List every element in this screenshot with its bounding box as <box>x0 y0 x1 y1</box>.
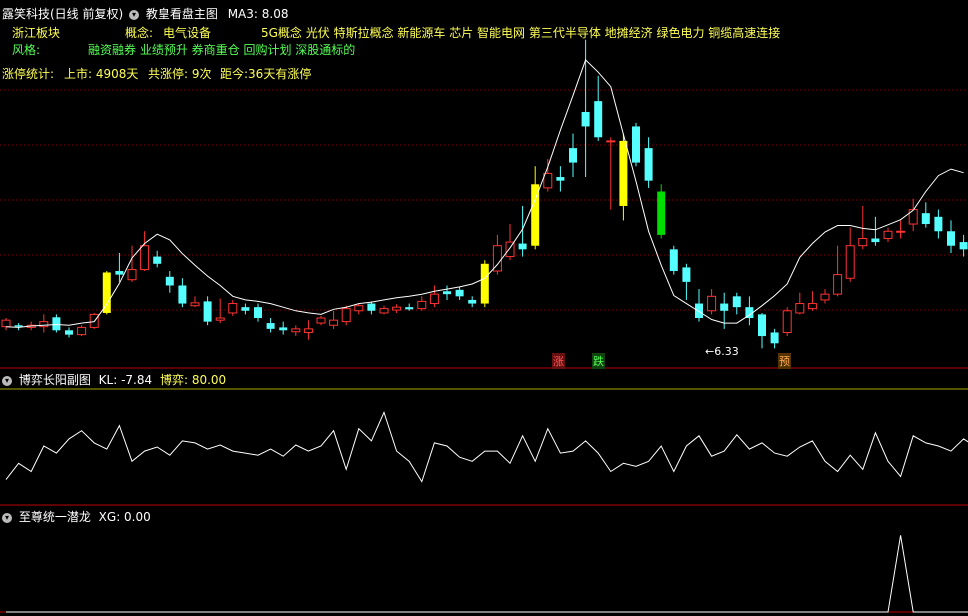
candle-body <box>127 269 137 281</box>
candle-body <box>657 191 666 235</box>
candle-body <box>65 330 73 335</box>
candle-body <box>959 242 968 250</box>
panel3-header: ▾ 至尊统一潜龙 XG: 0.00 <box>2 508 151 525</box>
candle-body <box>782 310 792 333</box>
chevron-down-icon[interactable]: ▾ <box>2 512 12 523</box>
candle-body <box>707 295 717 312</box>
die-marker: 跌 <box>592 353 605 369</box>
candle-body <box>203 301 212 322</box>
candle-body <box>354 305 364 312</box>
candle-body <box>581 111 590 127</box>
candle-body <box>392 306 402 311</box>
candle-body <box>606 140 616 143</box>
candle-body <box>908 209 918 225</box>
candle-body <box>758 314 766 337</box>
candle-body <box>77 326 87 336</box>
low-price-label: ←6.33 <box>705 345 739 358</box>
candle-body <box>215 317 225 321</box>
candle-body <box>858 237 868 247</box>
candle-body <box>619 140 628 206</box>
candle-body <box>695 303 703 319</box>
candle-body <box>896 230 906 233</box>
candle-body <box>429 293 439 305</box>
candle-body <box>52 317 61 331</box>
candle-body <box>947 231 955 246</box>
candle-body <box>266 323 275 329</box>
candle-body <box>228 303 238 314</box>
kl-value: KL: -7.84 <box>98 373 153 387</box>
chevron-down-icon[interactable]: ▾ <box>2 375 12 386</box>
candle-body <box>518 243 527 250</box>
candle-body <box>405 307 414 310</box>
candle-body <box>720 303 729 311</box>
candle-body <box>732 296 741 308</box>
candle-body <box>254 307 262 319</box>
candle-body <box>556 177 565 181</box>
xg-line <box>6 535 968 613</box>
candle-body <box>115 271 124 275</box>
candle-body <box>644 148 653 181</box>
boyi-value: 博弈: 80.00 <box>159 373 227 387</box>
candle-body <box>14 325 23 327</box>
panel3-title[interactable]: 至尊统一潜龙 <box>19 510 91 524</box>
candle-body <box>291 328 301 333</box>
candle-body <box>934 216 943 232</box>
candle-body <box>417 300 427 310</box>
candle-body <box>468 299 477 304</box>
candle-body <box>594 101 603 138</box>
candle-body <box>165 276 174 286</box>
candle-body <box>367 303 376 311</box>
candle-body <box>316 317 326 324</box>
candle-body <box>102 272 111 313</box>
candle-body <box>845 245 855 279</box>
candle-body <box>39 321 49 328</box>
candle-body <box>140 245 150 271</box>
candle-body <box>833 274 843 295</box>
candle-body <box>770 332 779 344</box>
candle-body <box>569 148 577 163</box>
candle-body <box>480 263 489 304</box>
panel2-header: ▾ 博弈长阳副图 KL: -7.84 博弈: 80.00 <box>2 371 226 388</box>
candle-body <box>190 302 200 307</box>
candle-body <box>303 328 313 333</box>
candle-body <box>178 285 187 304</box>
zhang-marker: 涨 <box>552 353 565 369</box>
candle-body <box>329 319 339 326</box>
candle-body <box>455 289 464 297</box>
candle-body <box>241 307 250 311</box>
candle-body <box>443 291 451 295</box>
candle-body <box>543 172 553 189</box>
yu-marker: 预 <box>778 353 791 369</box>
candle-body <box>1 319 11 328</box>
candle-body <box>921 213 930 225</box>
candle-body <box>807 303 817 310</box>
candle-body <box>682 267 691 282</box>
candle-body <box>669 249 678 272</box>
kl-line <box>5 411 968 483</box>
candle-body <box>153 256 162 264</box>
candle-body <box>379 308 389 314</box>
candle-body <box>341 308 351 323</box>
candle-body <box>883 230 893 239</box>
candle-body <box>871 238 880 243</box>
xg-value: XG: 0.00 <box>98 510 151 524</box>
candle-body <box>632 126 640 163</box>
candle-body <box>279 327 288 331</box>
candle-body <box>820 293 830 301</box>
candle-body <box>795 303 805 314</box>
low-price-value: 6.33 <box>714 345 739 358</box>
panel2-title[interactable]: 博弈长阳副图 <box>19 373 91 387</box>
